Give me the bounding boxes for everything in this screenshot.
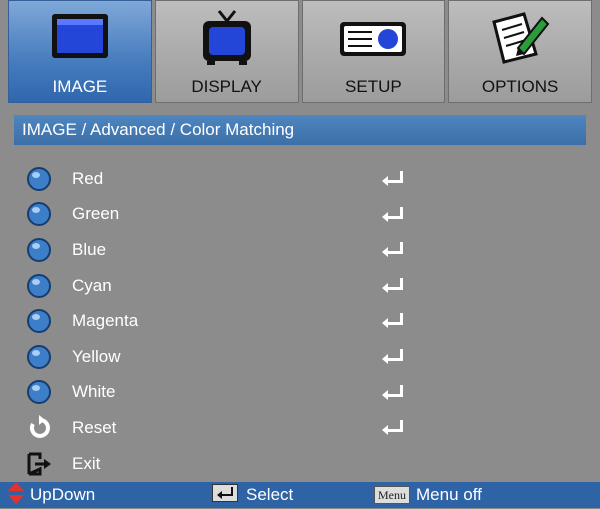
menu-item-cyan[interactable]: Cyan [18,268,578,304]
menu-item-label: Blue [72,239,107,259]
enter-key-icon [212,483,238,507]
menu-item-blue[interactable]: Blue [18,232,578,268]
enter-icon [380,348,404,369]
menu-key-icon: Menu [374,486,410,504]
dial-icon [26,344,52,370]
menu-item-label: Magenta [72,311,139,331]
menu-item-exit[interactable]: Exit [18,446,578,482]
enter-icon [380,206,404,227]
dial-icon [26,273,52,299]
exit-icon [26,451,52,477]
projector-icon [303,9,445,67]
tab-bar: IMAGE DISPLAY SETUP OPTIONS [8,0,592,103]
menu-item-label: Cyan [72,275,112,295]
reset-icon [26,414,52,441]
dial-icon [26,308,52,334]
menu-item-reset[interactable]: Reset [18,410,578,446]
tab-options[interactable]: OPTIONS [448,0,592,103]
tab-label: IMAGE [52,77,108,96]
enter-icon [380,384,404,405]
enter-icon [380,241,404,262]
menu-list: Red Green Blue Cyan Magenta Yellow White… [18,161,578,481]
menu-item-red[interactable]: Red [18,161,578,197]
menu-item-yellow[interactable]: Yellow [18,339,578,375]
enter-icon [380,419,404,440]
enter-icon [380,312,404,333]
dial-icon [26,379,52,405]
updown-arrows-icon [8,481,24,509]
menu-item-label: Exit [72,453,101,473]
tab-label: SETUP [345,77,402,96]
footer-select-label: Select [246,485,294,504]
footer-updown: UpDown [8,481,96,509]
dial-icon [26,201,52,227]
tab-label: DISPLAY [191,77,262,96]
tab-setup[interactable]: SETUP [301,0,446,103]
tab-image[interactable]: IMAGE [8,0,152,103]
dial-icon [26,237,52,263]
breadcrumb: IMAGE / Advanced / Color Matching [14,115,586,145]
menu-item-magenta[interactable]: Magenta [18,303,578,339]
monitor-icon [9,9,151,67]
osd-menu: IMAGE DISPLAY SETUP OPTIONS IMAGE / Adva… [0,0,600,508]
footer-menu-off: Menu Menu off [374,482,482,508]
menu-item-label: Green [72,204,120,224]
footer-updown-label: UpDown [30,485,96,504]
menu-item-green[interactable]: Green [18,197,578,233]
notepad-pencil-icon [449,9,591,67]
enter-icon [380,170,404,191]
menu-item-label: Yellow [72,346,121,366]
enter-icon [380,277,404,298]
tab-label: OPTIONS [481,77,559,96]
footer-menu-off-label: Menu off [416,485,482,504]
menu-item-label: Reset [72,417,117,437]
tv-icon [156,9,298,67]
menu-item-label: White [72,382,116,402]
menu-item-label: Red [72,168,104,188]
dial-icon [26,166,52,192]
menu-item-white[interactable]: White [18,375,578,411]
footer-select: Select [212,482,293,508]
tab-display[interactable]: DISPLAY [154,0,299,103]
footer-bar: UpDown Select Menu Menu off [0,481,600,509]
